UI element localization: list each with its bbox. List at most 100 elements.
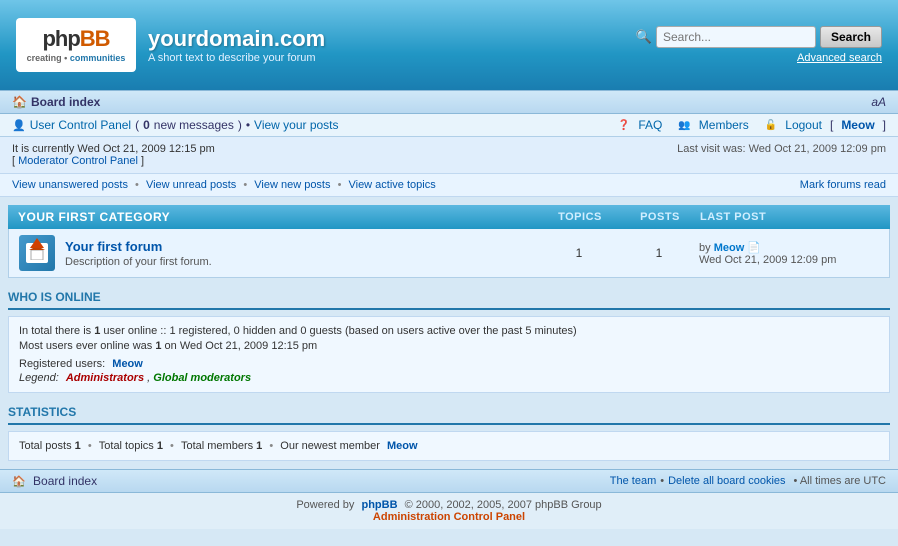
newest-member-link[interactable]: Meow	[387, 440, 418, 452]
search-button[interactable]: Search	[820, 26, 882, 48]
header: phpBB creating • communities yourdomain.…	[0, 0, 898, 90]
who-online-header: WHO IS ONLINE	[8, 286, 890, 310]
newest-member-label: Our newest member	[280, 440, 380, 452]
logo-area: phpBB creating • communities yourdomain.…	[16, 18, 325, 71]
font-size-control[interactable]: aA	[871, 95, 886, 109]
bullet3: •	[243, 179, 250, 191]
ucp-link[interactable]: User Control Panel	[30, 118, 131, 132]
logout-icon: 🔓	[765, 120, 777, 131]
who-online-line2: Most users ever online was 1 on Wed Oct …	[19, 340, 879, 352]
board-index-link[interactable]: Board index	[31, 95, 100, 109]
online-count: 1	[94, 325, 100, 337]
stats-body: Total posts 1 • Total topics 1 • Total m…	[8, 431, 890, 461]
last-post-time: Wed Oct 21, 2009 12:09 pm	[699, 254, 836, 266]
bracket-close: ]	[141, 155, 144, 167]
logout-link[interactable]: Logout	[785, 118, 822, 132]
total-posts-value: 1	[75, 440, 81, 452]
col-headers: TOPICS POSTS LAST POST	[540, 211, 880, 223]
who-online-registered: Registered users: Meow	[19, 358, 879, 370]
footer-breadcrumb: 🏠 Board index	[12, 474, 97, 488]
unread-link[interactable]: View unread posts	[146, 179, 236, 191]
footer-sep1: •	[660, 475, 664, 487]
forum-description: Description of your first forum.	[65, 256, 539, 268]
forum-row: Your first forum Description of your fir…	[8, 229, 890, 278]
mark-read: Mark forums read	[800, 179, 886, 191]
total-members-value: 1	[256, 440, 262, 452]
site-name: yourdomain.com	[148, 26, 325, 52]
mod-legend-link[interactable]: Global moderators	[153, 372, 251, 384]
forum-section: YOUR FIRST CATEGORY TOPICS POSTS LAST PO…	[8, 205, 890, 278]
info-left: It is currently Wed Oct 21, 2009 12:15 p…	[12, 143, 215, 167]
search-area: 🔍 Search Advanced search	[636, 26, 882, 64]
forum-info: Your first forum Description of your fir…	[65, 239, 539, 268]
breadcrumb: 🏠 Board index	[12, 95, 100, 109]
quick-links: View unanswered posts • View unread post…	[0, 174, 898, 197]
advanced-search-link[interactable]: Advanced search	[797, 52, 882, 64]
footer-bottom: Powered by phpBB © 2000, 2002, 2005, 200…	[0, 493, 898, 529]
last-visit: Last visit was: Wed Oct 21, 2009 12:09 p…	[677, 143, 886, 155]
meow-link[interactable]: Meow	[841, 118, 874, 132]
admin-legend-link[interactable]: Administrators	[66, 372, 144, 384]
moderator-panel-link[interactable]: Moderator Control Panel	[18, 155, 138, 167]
registered-user-link[interactable]: Meow	[112, 358, 143, 370]
active-topics-link[interactable]: View active topics	[348, 179, 435, 191]
who-online-legend: Legend: Administrators , Global moderato…	[19, 372, 879, 384]
forum-posts-count: 1	[619, 246, 699, 260]
col-last-post-header: LAST POST	[700, 211, 880, 223]
who-online-section: WHO IS ONLINE In total there is 1 user o…	[8, 286, 890, 393]
col-posts-header: POSTS	[620, 211, 700, 223]
footer-nav: 🏠 Board index The team • Delete all boar…	[0, 469, 898, 493]
logo-box: phpBB creating • communities	[16, 18, 136, 71]
footer-all-times: • All times are UTC	[794, 475, 886, 487]
phpbb-link[interactable]: phpBB	[361, 499, 397, 511]
bullet4: •	[338, 179, 345, 191]
home-icon: 🏠	[12, 95, 27, 109]
max-online-count: 1	[155, 340, 161, 352]
new-posts-link[interactable]: View new posts	[254, 179, 330, 191]
footer-home-icon: 🏠	[12, 476, 26, 488]
who-online-body: In total there is 1 user online :: 1 reg…	[8, 316, 890, 393]
stats-header: STATISTICS	[8, 401, 890, 425]
logo-tagline: creating • communities	[27, 53, 126, 64]
forum-topics-count: 1	[539, 246, 619, 260]
sep3: [	[830, 118, 833, 132]
logo-php: phpBB	[42, 26, 109, 52]
separator: )	[238, 118, 242, 132]
new-messages-count: 0	[143, 118, 150, 132]
user-bar: 👤 User Control Panel ( 0 new messages ) …	[0, 114, 898, 137]
nav-bar: 🏠 Board index aA	[0, 90, 898, 114]
forum-name-link[interactable]: Your first forum	[65, 239, 162, 254]
search-input[interactable]	[656, 26, 816, 48]
bullet1: •	[246, 118, 250, 132]
footer-board-index-link[interactable]: Board index	[33, 474, 97, 488]
members-link[interactable]: Members	[699, 118, 749, 132]
forum-icon-inner	[26, 243, 48, 263]
forum-svg-icon	[29, 246, 45, 260]
sep4: ]	[883, 118, 886, 132]
category-header: YOUR FIRST CATEGORY TOPICS POSTS LAST PO…	[8, 205, 890, 229]
team-link[interactable]: The team	[610, 475, 656, 487]
view-posts-link[interactable]: View your posts	[254, 118, 339, 132]
admin-panel-link[interactable]: Administration Control Panel	[373, 511, 525, 523]
paren-open: (	[135, 118, 139, 132]
right-links: ❓ FAQ 👥 Members 🔓 Logout [ Meow ]	[618, 118, 886, 132]
total-topics-value: 1	[157, 440, 163, 452]
faq-icon: ❓	[618, 120, 630, 131]
site-subtitle: A short text to describe your forum	[148, 52, 325, 64]
site-title: yourdomain.com A short text to describe …	[148, 26, 325, 64]
last-post-icon: 📄	[747, 242, 761, 254]
unanswered-link[interactable]: View unanswered posts	[12, 179, 128, 191]
quick-links-left: View unanswered posts • View unread post…	[12, 179, 436, 191]
total-posts-label: Total posts	[19, 440, 72, 452]
faq-link[interactable]: FAQ	[638, 118, 662, 132]
bullet2: •	[135, 179, 142, 191]
last-post-user-link[interactable]: Meow	[714, 242, 748, 254]
search-row: 🔍 Search	[636, 26, 882, 48]
delete-cookies-link[interactable]: Delete all board cookies	[668, 475, 785, 487]
current-time: It is currently Wed Oct 21, 2009 12:15 p…	[12, 143, 215, 155]
mark-read-link[interactable]: Mark forums read	[800, 179, 886, 191]
members-icon: 👥	[678, 120, 690, 131]
search-icon: 🔍	[636, 29, 652, 45]
total-topics-label: Total topics	[99, 440, 154, 452]
category-name: YOUR FIRST CATEGORY	[18, 210, 170, 224]
